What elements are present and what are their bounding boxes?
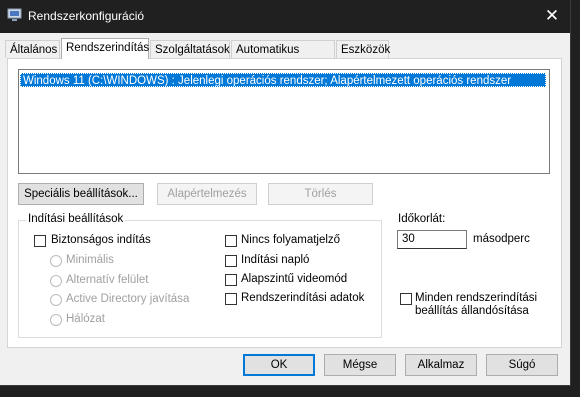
timeout-label: Időkorlát: [398, 213, 446, 225]
minimal-label: Minimális [66, 254, 114, 266]
ad-repair-radio[interactable] [50, 294, 62, 306]
os-list-item[interactable]: Windows 11 (C:\WINDOWS) : Jelenlegi oper… [20, 73, 546, 87]
network-label: Hálózat [66, 313, 105, 325]
no-gui-boot-label: Nincs folyamatjelző [241, 234, 341, 246]
network-radio[interactable] [50, 314, 62, 326]
boot-log-label: Indítási napló [241, 254, 310, 266]
close-icon[interactable]: ✕ [538, 4, 566, 28]
tab-startup[interactable]: Automatikus indítás [231, 40, 335, 74]
tab-boot[interactable]: Rendszerindítás [61, 38, 149, 59]
tab-tools[interactable]: Eszközök [336, 40, 390, 58]
safe-boot-label: Biztonságos indítás [51, 234, 151, 246]
os-boot-info-label: Rendszerindítási adatok [241, 292, 365, 304]
delete-button[interactable]: Törlés [268, 183, 373, 205]
system-configuration-window: Rendszerkonfiguráció ✕ Általános Rendsze… [0, 0, 571, 386]
window-title: Rendszerkonfiguráció [28, 9, 145, 23]
ok-button[interactable]: OK [243, 354, 315, 376]
minimal-radio[interactable] [50, 255, 62, 267]
boot-log-checkbox[interactable] [225, 255, 237, 267]
apply-button[interactable]: Alkalmaz [405, 354, 477, 376]
base-video-label: Alapszintű videomód [241, 273, 348, 285]
cancel-button[interactable]: Mégse [324, 354, 396, 376]
timeout-input[interactable]: 30 [397, 230, 467, 249]
ad-repair-label: Active Directory javítása [66, 293, 190, 305]
title-bar: Rendszerkonfiguráció ✕ [0, 0, 570, 33]
timeout-unit-label: másodperc [473, 233, 530, 245]
advanced-options-button[interactable]: Speciális beállítások... [18, 183, 144, 205]
boot-options-label: Indítási beállítások [26, 213, 126, 225]
tab-general[interactable]: Általános [5, 40, 60, 58]
alternate-shell-radio[interactable] [50, 275, 62, 287]
os-boot-info-checkbox[interactable] [225, 293, 237, 305]
no-gui-boot-checkbox[interactable] [225, 235, 237, 247]
make-permanent-label-line1: Minden rendszerindítási [415, 292, 538, 304]
make-permanent-label-line2: beállítás állandósítása [415, 305, 529, 317]
alternate-shell-label: Alternatív felület [66, 274, 149, 286]
help-button[interactable]: Súgó [486, 354, 558, 376]
safe-boot-checkbox[interactable] [34, 235, 46, 247]
base-video-checkbox[interactable] [225, 274, 237, 286]
app-icon [7, 8, 22, 21]
tab-services[interactable]: Szolgáltatások [150, 40, 230, 58]
os-list[interactable]: Windows 11 (C:\WINDOWS) : Jelenlegi oper… [18, 69, 550, 174]
make-permanent-checkbox[interactable] [400, 293, 412, 305]
set-default-button[interactable]: Alapértelmezés [157, 183, 257, 205]
